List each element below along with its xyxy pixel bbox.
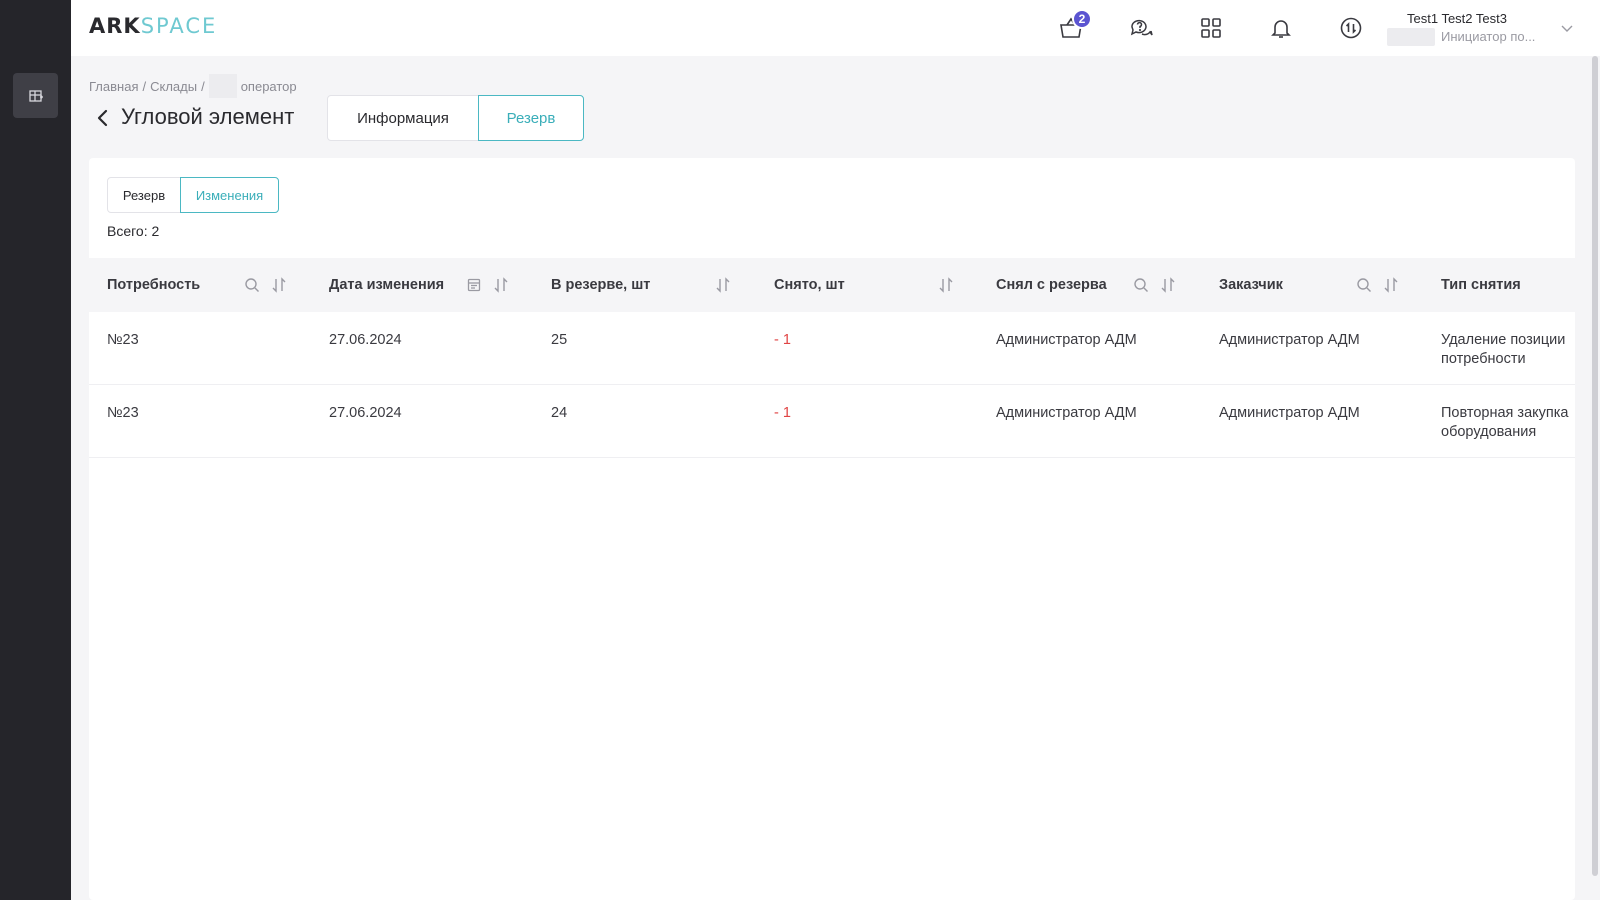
exchange-icon <box>1340 17 1362 39</box>
sort-icon[interactable] <box>492 276 510 294</box>
sort-icon[interactable] <box>1159 276 1177 294</box>
column-header-removed: Снято, шт <box>774 277 845 293</box>
page-title: Угловой элемент <box>121 104 295 129</box>
reserve-card: Резерв Изменения Всего: 2 Потребность Да… <box>89 158 1575 900</box>
subtab-changes[interactable]: Изменения <box>180 177 279 213</box>
page-scrollbar[interactable] <box>1592 56 1598 876</box>
cell-removed: - 1 <box>774 332 791 348</box>
total-count: Всего: 2 <box>107 223 160 239</box>
cell-need[interactable]: №23 <box>107 331 139 350</box>
cell-customer: Администратор АДМ <box>1219 332 1360 348</box>
column-header-need: Потребность <box>107 277 201 293</box>
column-header-date: Дата изменения <box>329 277 445 293</box>
column-header-customer: Заказчик <box>1219 277 1283 293</box>
breadcrumb-home[interactable]: Главная <box>89 79 138 94</box>
search-icon[interactable] <box>1355 276 1373 294</box>
back-arrow-icon[interactable] <box>93 108 113 128</box>
sidebar <box>0 0 71 900</box>
breadcrumb-warehouses[interactable]: Склады <box>150 79 197 94</box>
cell-removal-type-line1: Удаление позиции <box>1441 332 1566 348</box>
column-header-removal-type: Тип снятия <box>1441 277 1521 293</box>
cell-date: 27.06.2024 <box>329 405 402 421</box>
cell-removed-by: Администратор АДМ <box>996 332 1137 348</box>
sort-icon[interactable] <box>714 276 732 294</box>
column-header-reserved: В резерве, шт <box>551 277 651 293</box>
logo-space: SPACE <box>140 14 218 38</box>
breadcrumb-separator: / <box>201 78 205 94</box>
table-icon <box>28 89 43 102</box>
cell-removed-by: Администратор АДМ <box>996 405 1137 421</box>
bell-icon <box>1271 20 1291 38</box>
cart-badge: 2 <box>1072 9 1092 29</box>
cell-removal-type: Повторная закупка оборудования <box>1441 404 1571 442</box>
breadcrumb-redacted <box>208 74 237 98</box>
app-logo[interactable]: ARK SPACE <box>89 14 217 38</box>
chevron-down-icon[interactable] <box>1559 20 1575 36</box>
search-icon[interactable] <box>243 276 261 294</box>
sort-icon[interactable] <box>270 276 288 294</box>
user-name[interactable]: Test1 Test2 Test3 <box>1407 11 1507 26</box>
cell-reserved: 24 <box>551 405 568 421</box>
grid-icon <box>1201 18 1221 38</box>
user-avatar-placeholder <box>1387 28 1435 46</box>
chat-question-icon <box>1130 19 1153 36</box>
sort-icon[interactable] <box>1382 276 1400 294</box>
calendar-icon[interactable] <box>465 276 483 294</box>
sub-tabs: Резерв Изменения <box>107 177 279 213</box>
subtab-reserve[interactable]: Резерв <box>107 177 181 213</box>
cell-removal-type-line2: оборудования <box>1441 424 1537 440</box>
search-icon[interactable] <box>1132 276 1150 294</box>
cart-button[interactable]: 2 <box>1055 9 1092 44</box>
apps-button[interactable] <box>1195 12 1227 44</box>
cell-removal-type-line1: Повторная закупка <box>1441 405 1569 421</box>
table-header: Потребность Дата изменения В резерве, шт… <box>89 258 1575 312</box>
breadcrumb-separator: / <box>142 78 147 94</box>
breadcrumb-current: оператор <box>240 78 297 94</box>
table-row[interactable]: №23 27.06.2024 25 - 1 Администратор АДМ … <box>89 312 1575 385</box>
cell-removal-type: Удаление позиции потребности <box>1441 331 1571 369</box>
support-button[interactable] <box>1125 12 1157 44</box>
tab-reserve[interactable]: Резерв <box>478 95 584 141</box>
notifications-button[interactable] <box>1265 12 1297 44</box>
cell-removal-type-line2: потребности <box>1441 351 1526 367</box>
cell-customer: Администратор АДМ <box>1219 405 1360 421</box>
switch-role-button[interactable] <box>1335 12 1367 44</box>
breadcrumb: Главная / Склады / оператор <box>89 74 297 98</box>
main-tabs: Информация Резерв <box>327 95 584 141</box>
table-row[interactable]: №23 27.06.2024 24 - 1 Администратор АДМ … <box>89 385 1575 458</box>
tab-information[interactable]: Информация <box>327 95 479 141</box>
sort-icon[interactable] <box>937 276 955 294</box>
user-role: Инициатор по... <box>1441 29 1536 44</box>
cell-date: 27.06.2024 <box>329 332 402 348</box>
logo-ark: ARK <box>89 14 141 38</box>
sidebar-warehouse-button[interactable] <box>13 73 58 118</box>
cell-reserved: 25 <box>551 332 568 348</box>
cell-need[interactable]: №23 <box>107 404 139 423</box>
topbar: ARK SPACE 2 Test1 Test2 Test3 Инициатор … <box>71 0 1600 56</box>
cell-removed: - 1 <box>774 405 791 421</box>
column-header-removed-by: Снял с резерва <box>996 277 1107 293</box>
